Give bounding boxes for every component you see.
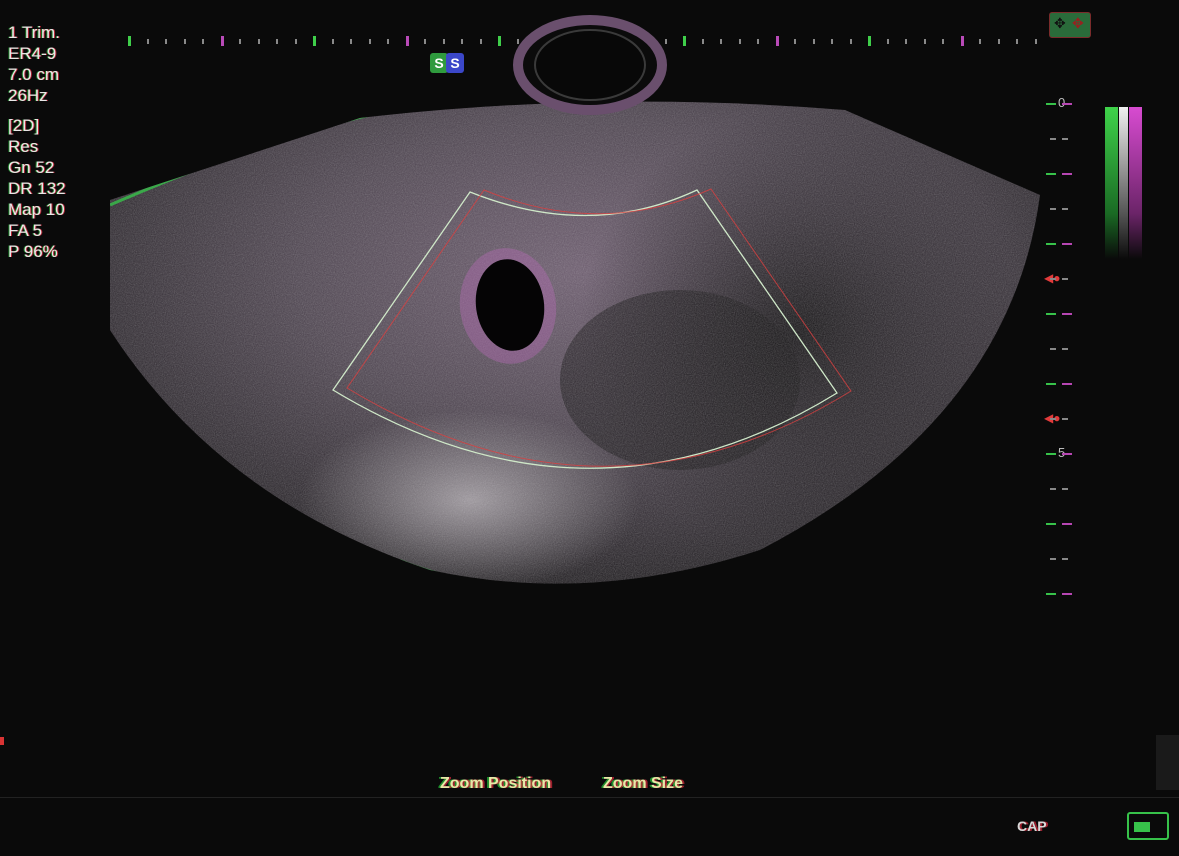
depth-tick [1046,173,1072,175]
footer-divider [0,797,1179,798]
side-panel-edge [1156,735,1179,790]
grayscale-bar [1105,107,1145,259]
orientation-marker: S S [430,53,468,75]
depth-tick [1046,593,1072,595]
scan-fan [110,101,1040,584]
side-indicator [0,737,4,745]
depth-tick [1046,278,1072,280]
depth-tick [1046,558,1072,560]
zoom-size-button[interactable]: Zoom Size [603,775,683,793]
depth-tick [1046,313,1072,315]
depth-tick [1046,418,1072,420]
depth-tick [1046,383,1072,385]
capture-icon[interactable] [1127,812,1169,840]
depth-tick [1046,208,1072,210]
depth-tick [1046,103,1072,105]
depth-tick [1046,453,1072,455]
depth-tick [1046,243,1072,245]
depth-tick [1046,523,1072,525]
depth-tick [1046,138,1072,140]
depth-tick [1046,488,1072,490]
zoom-position-button[interactable]: Zoom Position [440,775,551,793]
depth-tick [1046,348,1072,350]
capture-button[interactable]: CAP [1017,818,1047,834]
depth-scale: 0 5 ◀● ◀● [1040,95,1090,605]
ultrasound-image [110,15,1040,584]
